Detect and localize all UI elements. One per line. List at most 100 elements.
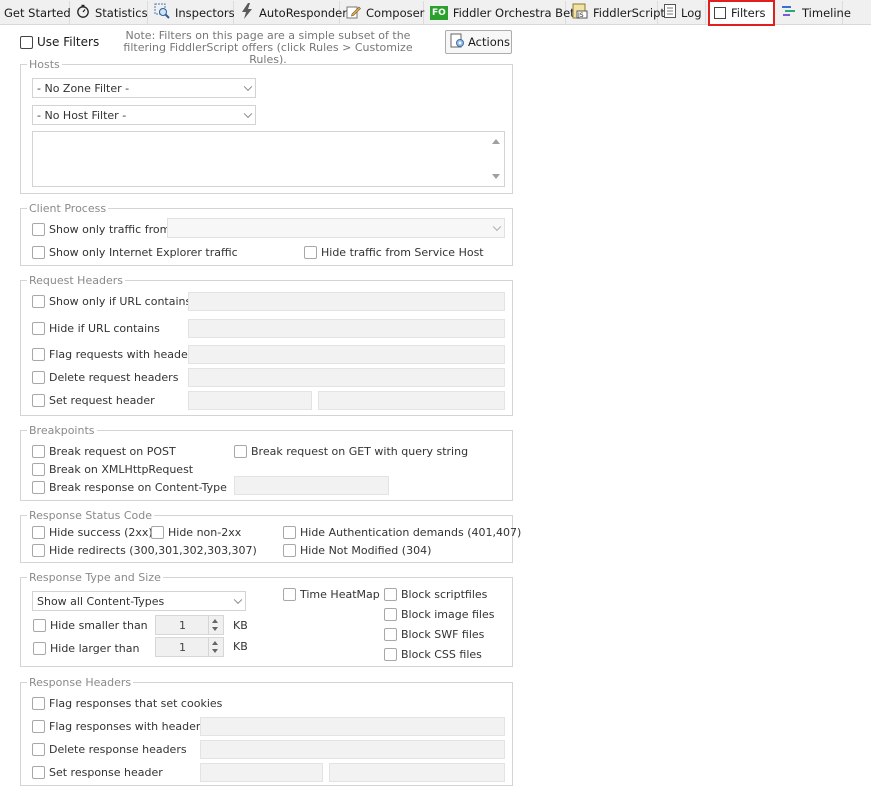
hide-auth-checkbox[interactable]: Hide Authentication demands (401,407) [283, 524, 521, 540]
break-post-checkbox[interactable]: Break request on POST [32, 443, 176, 459]
checkbox-box[interactable] [32, 462, 45, 476]
arrow-down-icon[interactable] [212, 627, 218, 631]
checkbox-box[interactable] [32, 370, 45, 384]
tab-fiddlerscript[interactable]: JS FiddlerScript [568, 1, 665, 24]
zone-filter-select[interactable]: - No Zone Filter - [32, 78, 256, 98]
show-only-traffic-checkbox[interactable]: Show only traffic from [32, 221, 170, 237]
delete-response-headers-checkbox[interactable]: Delete response headers [32, 741, 187, 757]
time-heatmap-checkbox[interactable]: Time HeatMap [283, 586, 380, 602]
show-only-ie-checkbox[interactable]: Show only Internet Explorer traffic [32, 244, 238, 260]
hide-service-host-checkbox[interactable]: Hide traffic from Service Host [304, 244, 484, 260]
checkbox-box[interactable] [32, 393, 45, 407]
scroll-down-icon[interactable] [492, 174, 500, 179]
tab-label: Inspectors [175, 5, 235, 20]
tab-composer[interactable]: Composer [342, 1, 424, 24]
smaller-than-stepper[interactable]: 1 [155, 615, 224, 635]
checkbox-box[interactable] [234, 444, 247, 458]
break-xhr-checkbox[interactable]: Break on XMLHttpRequest [32, 461, 193, 477]
checkbox-box[interactable] [283, 587, 296, 601]
tab-label: Composer [366, 5, 425, 20]
hide-not-modified-checkbox[interactable]: Hide Not Modified (304) [283, 542, 431, 558]
arrow-up-icon[interactable] [212, 641, 218, 645]
checkbox-box[interactable] [32, 696, 45, 710]
checkbox-box[interactable] [304, 245, 317, 259]
content-types-select[interactable]: Show all Content-Types [32, 591, 246, 611]
tab-inspectors[interactable]: Inspectors [150, 1, 235, 24]
checkbox-box[interactable] [384, 607, 397, 621]
checkbox-box[interactable] [33, 641, 46, 655]
checkbox-box[interactable] [32, 347, 45, 361]
delete-request-headers-checkbox[interactable]: Delete request headers [32, 369, 178, 385]
checkbox-box[interactable] [32, 742, 45, 756]
checkbox-box[interactable] [32, 444, 45, 458]
flag-headers-checkbox[interactable]: Flag responses with headers [32, 718, 206, 734]
process-select[interactable] [167, 218, 505, 238]
break-content-type-input[interactable] [234, 476, 389, 495]
tab-fiddler-orchestra[interactable]: FO Fiddler Orchestra Beta [426, 1, 582, 24]
hide-success-checkbox[interactable]: Hide success (2xx) [32, 524, 153, 540]
set-response-header-checkbox[interactable]: Set response header [32, 764, 163, 780]
larger-than-stepper[interactable]: 1 [155, 637, 224, 657]
tab-get-started[interactable]: Get Started [0, 1, 71, 24]
hide-if-url-input[interactable] [188, 319, 505, 338]
stepper-buttons[interactable] [208, 616, 223, 634]
checkbox-box[interactable] [32, 245, 45, 259]
hide-redirects-checkbox[interactable]: Hide redirects (300,301,302,303,307) [32, 542, 257, 558]
log-icon [664, 4, 676, 21]
checkbox-box[interactable] [32, 294, 45, 308]
tab-statistics[interactable]: Statistics [72, 1, 148, 24]
actions-button[interactable]: Actions [445, 30, 512, 54]
checkbox-box[interactable] [32, 525, 45, 539]
tab-timeline[interactable]: Timeline [777, 1, 851, 24]
hide-smaller-checkbox[interactable]: Hide smaller than [33, 617, 148, 633]
checkbox-box[interactable] [32, 222, 45, 236]
scrollbar[interactable] [488, 132, 504, 186]
checkbox-box[interactable] [283, 525, 296, 539]
scroll-up-icon[interactable] [492, 139, 500, 144]
flag-cookies-checkbox[interactable]: Flag responses that set cookies [32, 695, 222, 711]
block-script-checkbox[interactable]: Block scriptfiles [384, 586, 487, 602]
checkbox-box[interactable] [384, 647, 397, 661]
checkbox-box[interactable] [283, 543, 296, 557]
delete-response-headers-input[interactable] [200, 740, 505, 759]
checkbox-box[interactable] [32, 719, 45, 733]
flag-requests-checkbox[interactable]: Flag requests with headers [32, 346, 198, 362]
hosts-textarea[interactable] [32, 131, 505, 187]
hide-larger-checkbox[interactable]: Hide larger than [33, 640, 139, 656]
checkbox-box[interactable] [151, 525, 164, 539]
block-swf-checkbox[interactable]: Block SWF files [384, 626, 484, 642]
show-if-url-checkbox[interactable]: Show only if URL contains [32, 293, 191, 309]
stepper-buttons[interactable] [208, 638, 223, 656]
set-request-header-value-input[interactable] [318, 391, 505, 410]
tab-log[interactable]: Log [660, 1, 706, 24]
checkbox-box[interactable] [32, 765, 45, 779]
set-request-header-checkbox[interactable]: Set request header [32, 392, 155, 408]
checkbox-box[interactable] [32, 543, 45, 557]
hide-if-url-checkbox[interactable]: Hide if URL contains [32, 320, 160, 336]
show-if-url-input[interactable] [188, 292, 505, 311]
tab-autoresponder[interactable]: AutoResponder [236, 1, 347, 24]
checkbox-box[interactable] [384, 587, 397, 601]
tab-filters[interactable]: Filters [708, 0, 775, 26]
break-response-checkbox[interactable]: Break response on Content-Type [32, 479, 227, 495]
checkbox-box[interactable] [384, 627, 397, 641]
checkbox-box[interactable] [32, 480, 45, 494]
flag-requests-input[interactable] [188, 345, 505, 364]
use-filters-checkbox[interactable]: Use Filters [20, 34, 99, 50]
block-css-checkbox[interactable]: Block CSS files [384, 646, 482, 662]
flag-headers-input[interactable] [200, 717, 505, 736]
set-request-header-name-input[interactable] [188, 391, 312, 410]
arrow-up-icon[interactable] [212, 619, 218, 623]
arrow-down-icon[interactable] [212, 649, 218, 653]
delete-request-headers-input[interactable] [188, 368, 505, 387]
checkbox-box[interactable] [20, 35, 33, 49]
set-response-header-name-input[interactable] [200, 763, 323, 782]
checkbox-box[interactable] [32, 321, 45, 335]
break-get-checkbox[interactable]: Break request on GET with query string [234, 443, 468, 459]
checkbox-box[interactable] [33, 618, 46, 632]
tab-label: Timeline [802, 5, 851, 20]
block-image-checkbox[interactable]: Block image files [384, 606, 495, 622]
set-response-header-value-input[interactable] [329, 763, 505, 782]
hide-non2xx-checkbox[interactable]: Hide non-2xx [151, 524, 241, 540]
host-filter-select[interactable]: - No Host Filter - [32, 105, 256, 125]
